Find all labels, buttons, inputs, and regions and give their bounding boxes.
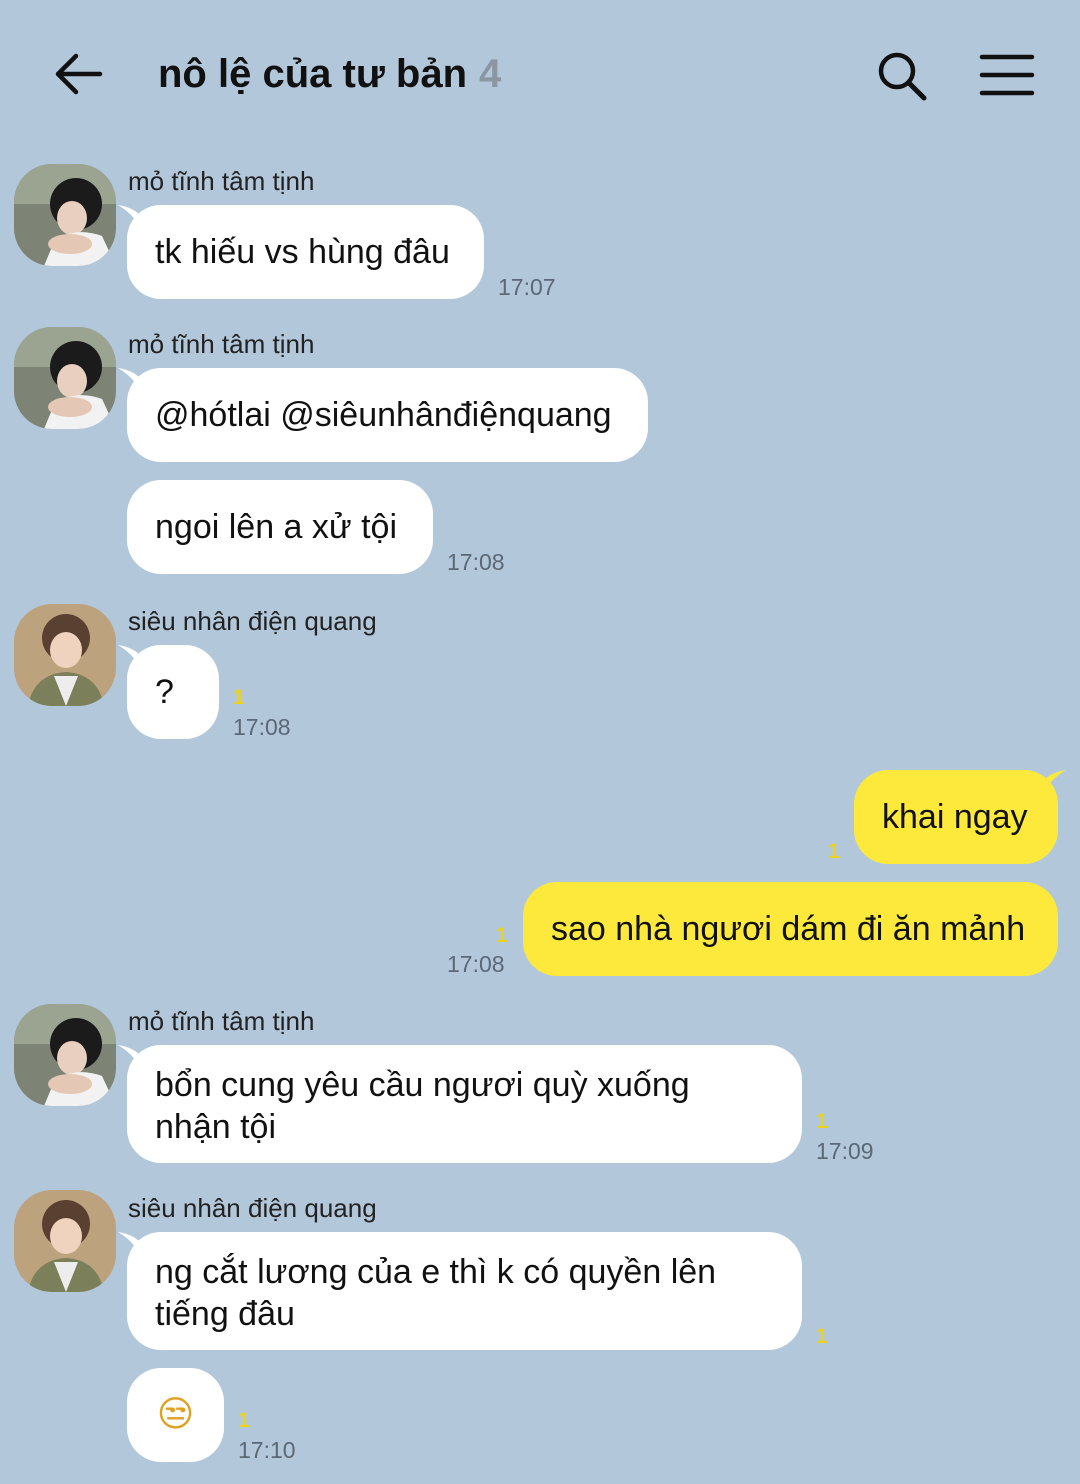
profile-photo-icon: [14, 327, 116, 429]
message-bubble[interactable]: ng cắt lương của e thì k có quyền lên ti…: [127, 1232, 802, 1350]
message-time: 17:08: [447, 951, 505, 977]
avatar-sieu-nhan-dien-quang[interactable]: [14, 604, 116, 706]
search-button[interactable]: [876, 50, 928, 102]
message-bubble[interactable]: 😒: [127, 1368, 224, 1462]
message-time: 17:08: [233, 714, 291, 740]
avatar-mo-tinh-tam-tinh[interactable]: [14, 1004, 116, 1106]
menu-button[interactable]: [978, 52, 1036, 98]
message-text: tk hiếu vs hùng đâu: [155, 233, 450, 271]
sender-name: mỏ tĩnh tâm tịnh: [128, 166, 315, 196]
unread-count: 1: [816, 1110, 828, 1133]
avatar-mo-tinh-tam-tinh[interactable]: [14, 164, 116, 266]
message-text: khai ngay: [882, 798, 1028, 836]
chat-title: nô lệ của tư bản 4: [158, 52, 501, 97]
arrow-left-icon: [55, 53, 103, 95]
message-text: sao nhà ngươi dám đi ăn mảnh: [551, 910, 1026, 948]
hamburger-menu-icon: [979, 54, 1035, 96]
message-text: bổn cung yêu cầu ngươi quỳ xuống nhận tộ…: [155, 1066, 690, 1146]
emoji-message: 😒: [156, 1394, 195, 1435]
unread-count: 1: [238, 1409, 250, 1432]
bubble-tail-icon: [118, 645, 140, 667]
member-count: 4: [479, 52, 502, 96]
bubble-tail-icon: [118, 1045, 140, 1067]
message-text: ngoi lên a xử tội: [155, 508, 398, 546]
profile-photo-icon: [14, 604, 116, 706]
sender-name: siêu nhân điện quang: [128, 1193, 377, 1223]
profile-photo-icon: [14, 1190, 116, 1292]
message-text: @hótlai @siêunhânđiệnquang: [155, 396, 612, 434]
unread-count: 1: [816, 1325, 828, 1348]
profile-photo-icon: [14, 1004, 116, 1106]
message-time: 17:07: [498, 274, 556, 300]
unread-count: 1: [496, 924, 508, 947]
message-time: 17:10: [238, 1437, 296, 1463]
bubble-tail-icon: [118, 368, 140, 390]
message-time: 17:08: [447, 549, 505, 575]
search-icon: [878, 52, 927, 101]
chat-header: nô lệ của tư bản 4: [0, 0, 1080, 150]
sender-name: mỏ tĩnh tâm tịnh: [128, 329, 315, 359]
chat-title-text: nô lệ của tư bản: [158, 52, 468, 96]
message-text: ng cắt lương của e thì k có quyền lên ti…: [155, 1253, 717, 1333]
message-text: ?: [155, 673, 174, 711]
my-message-bubble[interactable]: sao nhà ngươi dám đi ăn mảnh: [523, 882, 1058, 976]
message-bubble[interactable]: tk hiếu vs hùng đâu: [127, 205, 484, 299]
message-bubble[interactable]: @hótlai @siêunhânđiệnquang: [127, 368, 648, 462]
bubble-tail-icon: [118, 205, 140, 227]
back-button[interactable]: [50, 50, 104, 98]
my-message-bubble[interactable]: khai ngay: [854, 770, 1058, 864]
message-bubble[interactable]: ngoi lên a xử tội: [127, 480, 433, 574]
unread-count: 1: [233, 686, 245, 709]
profile-photo-icon: [14, 164, 116, 266]
bubble-tail-icon: [1044, 770, 1066, 792]
message-time: 17:09: [816, 1138, 874, 1164]
avatar-sieu-nhan-dien-quang[interactable]: [14, 1190, 116, 1292]
bubble-tail-icon: [118, 1232, 140, 1254]
unread-count: 1: [828, 840, 840, 863]
sender-name: siêu nhân điện quang: [128, 606, 377, 636]
message-bubble[interactable]: bổn cung yêu cầu ngươi quỳ xuống nhận tộ…: [127, 1045, 802, 1163]
sender-name: mỏ tĩnh tâm tịnh: [128, 1006, 315, 1036]
message-bubble[interactable]: ?: [127, 645, 219, 739]
avatar-mo-tinh-tam-tinh[interactable]: [14, 327, 116, 429]
